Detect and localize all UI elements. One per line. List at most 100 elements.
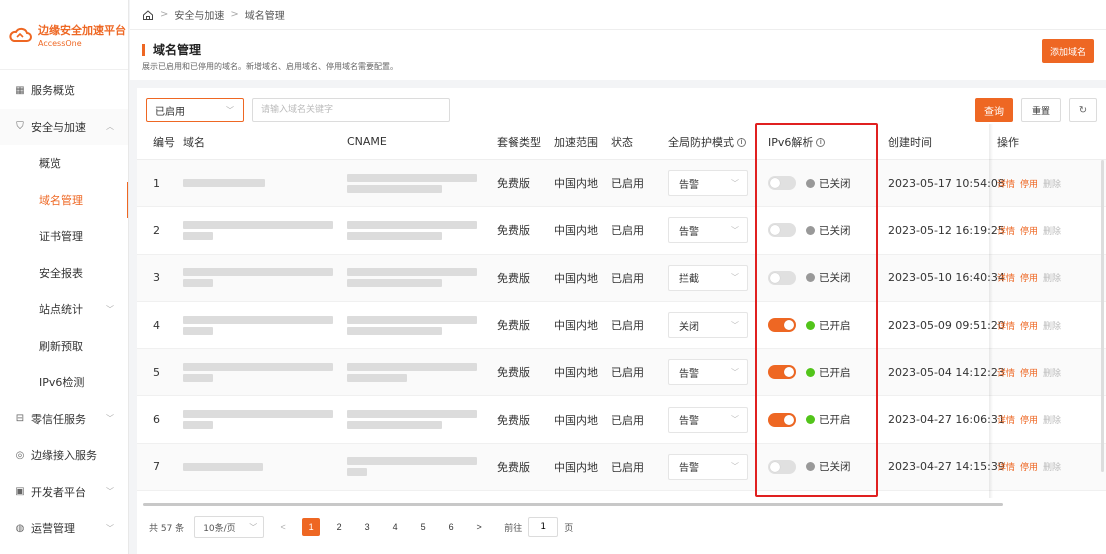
- ipv6-cell: 已关闭: [768, 459, 888, 474]
- protection-mode-value: 告警: [679, 416, 699, 428]
- domain-cell-redacted: [183, 313, 347, 338]
- page-description: 展示已启用和已停用的域名。新增域名、启用域名、停用域名需要配置。: [142, 62, 398, 71]
- sidebar-item[interactable]: ⊟ 零信任服务 ﹀: [0, 401, 128, 438]
- page-button[interactable]: 3: [358, 518, 376, 536]
- sidebar-item-label: 零信任服务: [31, 412, 86, 426]
- protection-mode-select[interactable]: 告警 ﹀: [668, 217, 748, 244]
- query-button[interactable]: 查询: [975, 98, 1013, 122]
- ipv6-toggle[interactable]: [768, 412, 796, 427]
- delete-link[interactable]: 删除: [1043, 274, 1061, 284]
- detail-link[interactable]: 详情: [997, 274, 1015, 284]
- detail-link[interactable]: 详情: [997, 463, 1015, 473]
- delete-link[interactable]: 删除: [1043, 463, 1061, 473]
- refresh-icon[interactable]: ↻: [1069, 98, 1097, 122]
- detail-link[interactable]: 详情: [997, 180, 1015, 190]
- disable-link[interactable]: 停用: [1020, 227, 1038, 237]
- info-icon[interactable]: i: [816, 138, 826, 147]
- sidebar-item[interactable]: ◍ 运营管理 ﹀: [0, 510, 128, 547]
- delete-link[interactable]: 删除: [1043, 369, 1061, 379]
- prev-page-button[interactable]: <: [274, 518, 292, 536]
- sidebar-item[interactable]: ▣ 开发者平台 ﹀: [0, 474, 128, 511]
- sidebar-item[interactable]: 概览: [0, 145, 128, 182]
- redacted-text: [183, 231, 213, 240]
- breadcrumb-item-security[interactable]: 安全与加速: [174, 7, 224, 22]
- detail-link[interactable]: 详情: [997, 322, 1015, 332]
- delete-link[interactable]: 删除: [1043, 180, 1061, 190]
- page-button[interactable]: 4: [386, 518, 404, 536]
- disable-link[interactable]: 停用: [1020, 463, 1038, 473]
- mode-cell: 告警 ﹀: [668, 170, 768, 197]
- disable-link[interactable]: 停用: [1020, 274, 1038, 284]
- redacted-text: [183, 220, 333, 229]
- status-on-icon: [806, 415, 815, 425]
- ipv6-toggle[interactable]: [768, 318, 796, 333]
- ipv6-toggle[interactable]: [768, 270, 796, 285]
- detail-link[interactable]: 详情: [997, 369, 1015, 379]
- horizontal-scrollbar[interactable]: [143, 503, 1003, 506]
- table-row: 5 免费版 中国内地 已启用 告警 ﹀ 已开启 2023-05-04 14:12:23 详情 停用…: [137, 349, 1106, 397]
- status-select[interactable]: 已启用 ﹀: [146, 98, 244, 122]
- ipv6-toggle[interactable]: [768, 459, 796, 474]
- sidebar-item[interactable]: ◎ 边缘接入服务: [0, 437, 128, 474]
- redacted-text: [347, 326, 442, 335]
- ipv6-toggle[interactable]: [768, 223, 796, 238]
- status-cell: 已启用: [611, 271, 644, 285]
- chevron-down-icon: ﹀: [106, 414, 114, 424]
- detail-link[interactable]: 详情: [997, 416, 1015, 426]
- protection-mode-select[interactable]: 告警 ﹀: [668, 453, 748, 480]
- disable-link[interactable]: 停用: [1020, 180, 1038, 190]
- disable-link[interactable]: 停用: [1020, 416, 1038, 426]
- breadcrumb-sep: >: [230, 9, 239, 20]
- reset-button[interactable]: 重置: [1021, 98, 1061, 122]
- ipv6-cell: 已开启: [768, 365, 888, 380]
- table-row: 3 免费版 中国内地 已启用 拦截 ﹀ 已关闭 2023-05-10 16:40:34 详情 停用…: [137, 254, 1106, 302]
- vertical-scrollbar[interactable]: [1101, 160, 1104, 472]
- ipv6-toggle[interactable]: [768, 365, 796, 380]
- disable-link[interactable]: 停用: [1020, 369, 1038, 379]
- range-cell: 中国内地: [554, 460, 598, 474]
- info-icon[interactable]: i: [737, 138, 746, 147]
- sidebar-item[interactable]: ▦ 服务概览: [0, 72, 128, 109]
- plan-cell: 免费版: [497, 413, 530, 427]
- protection-mode-value: 告警: [679, 463, 699, 475]
- filter-bar: 已启用 ﹀: [146, 98, 450, 122]
- protection-mode-select[interactable]: 告警 ﹀: [668, 359, 748, 386]
- sidebar-item[interactable]: 站点统计 ﹀: [0, 291, 128, 328]
- chevron-down-icon: ﹀: [731, 225, 739, 235]
- page-size-select[interactable]: 10条/页 ﹀: [194, 516, 265, 538]
- sidebar-item[interactable]: 证书管理: [0, 218, 128, 255]
- protection-mode-select[interactable]: 拦截 ﹀: [668, 264, 748, 291]
- protection-mode-select[interactable]: 关闭 ﹀: [668, 312, 748, 339]
- sidebar-item[interactable]: ⛉ 安全与加速 ︿: [0, 108, 128, 145]
- delete-link[interactable]: 删除: [1043, 322, 1061, 332]
- protection-mode-select[interactable]: 告警 ﹀: [668, 170, 748, 197]
- sidebar-item[interactable]: IPv6检测: [0, 364, 128, 401]
- page-list: 123456: [292, 518, 460, 536]
- ipv6-toggle[interactable]: [768, 176, 796, 191]
- page-button[interactable]: 5: [414, 518, 432, 536]
- mode-cell: 关闭 ﹀: [668, 312, 768, 339]
- page-button[interactable]: 1: [302, 518, 321, 536]
- delete-link[interactable]: 删除: [1043, 416, 1061, 426]
- plan-cell: 免费版: [497, 366, 530, 380]
- page-button[interactable]: 2: [330, 518, 348, 536]
- home-icon[interactable]: [142, 9, 154, 21]
- sidebar-item[interactable]: 域名管理: [0, 181, 128, 218]
- range-cell: 中国内地: [554, 177, 598, 191]
- ipv6-cell: 已关闭: [768, 223, 888, 238]
- page-button[interactable]: 6: [442, 518, 460, 536]
- disable-link[interactable]: 停用: [1020, 322, 1038, 332]
- table-row: 4 免费版 中国内地 已启用 关闭 ﹀ 已开启 2023-05-09 09:51:20 详情 停用…: [137, 302, 1106, 350]
- domain-search-input[interactable]: [252, 98, 450, 122]
- delete-link[interactable]: 删除: [1043, 227, 1061, 237]
- brand-logo[interactable]: 边缘安全加速平台 AccessOne: [0, 0, 128, 70]
- sidebar-item[interactable]: 安全报表: [0, 255, 128, 292]
- detail-link[interactable]: 详情: [997, 227, 1015, 237]
- sidebar-item[interactable]: 刷新预取: [0, 328, 128, 365]
- col-plan: 套餐类型: [497, 135, 541, 149]
- goto-page-input[interactable]: [528, 517, 559, 537]
- edge-icon: ◎: [15, 449, 25, 461]
- next-page-button[interactable]: >: [470, 518, 488, 536]
- protection-mode-select[interactable]: 告警 ﹀: [668, 406, 748, 433]
- add-domain-button[interactable]: 添加域名: [1041, 39, 1094, 63]
